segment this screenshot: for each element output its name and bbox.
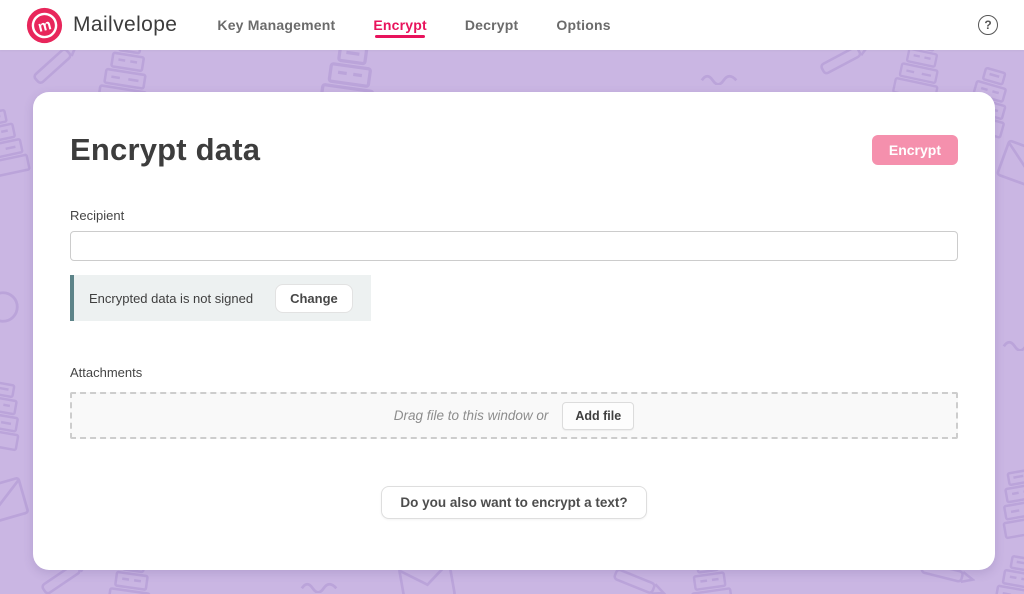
signing-notice-text: Encrypted data is not signed [89, 291, 253, 306]
nav-encrypt[interactable]: Encrypt [373, 0, 427, 50]
nav-decrypt[interactable]: Decrypt [465, 0, 519, 50]
doodle-tower-icon [0, 376, 30, 454]
signing-notice: Encrypted data is not signed Change [70, 275, 371, 321]
doodle-envelope-icon [995, 138, 1024, 194]
nav-options[interactable]: Options [556, 0, 610, 50]
recipient-label: Recipient [70, 208, 958, 223]
dropzone-hint-text: Drag file to this window or [394, 408, 549, 423]
doodle-pencil-icon [29, 50, 85, 89]
top-navbar: m Mailvelope Key Management Encrypt Decr… [0, 0, 1024, 50]
recipient-input[interactable] [70, 231, 958, 261]
doodle-circle-icon [0, 288, 22, 326]
add-file-button[interactable]: Add file [562, 402, 634, 430]
main-nav: Key Management Encrypt Decrypt Options [217, 0, 610, 50]
brand-name: Mailvelope [73, 13, 177, 37]
doodle-tower-icon [0, 104, 33, 183]
card-header: Encrypt data Encrypt [70, 132, 958, 168]
encrypt-data-card: Encrypt data Encrypt Recipient Encrypted… [33, 92, 995, 570]
file-dropzone[interactable]: Drag file to this window or Add file [70, 392, 958, 439]
doodle-squiggle-icon [1002, 338, 1024, 351]
doodle-squiggle-icon [700, 72, 740, 85]
encrypt-button[interactable]: Encrypt [872, 135, 958, 165]
mailvelope-logo[interactable]: m Mailvelope [26, 7, 177, 44]
change-signing-button[interactable]: Change [275, 284, 353, 313]
help-icon[interactable]: ? [978, 15, 998, 35]
page-background: Encrypt data Encrypt Recipient Encrypted… [0, 50, 1024, 594]
doodle-squiggle-icon [300, 580, 340, 593]
doodle-pencil-icon [817, 50, 875, 79]
doodle-tower-icon [992, 464, 1024, 542]
nav-key-management[interactable]: Key Management [217, 0, 335, 50]
doodle-envelope-icon [0, 475, 30, 528]
attachments-label: Attachments [70, 365, 958, 380]
page-title: Encrypt data [70, 132, 260, 168]
mailvelope-logo-icon: m [26, 7, 63, 44]
encrypt-text-toggle-button[interactable]: Do you also want to encrypt a text? [381, 486, 646, 519]
